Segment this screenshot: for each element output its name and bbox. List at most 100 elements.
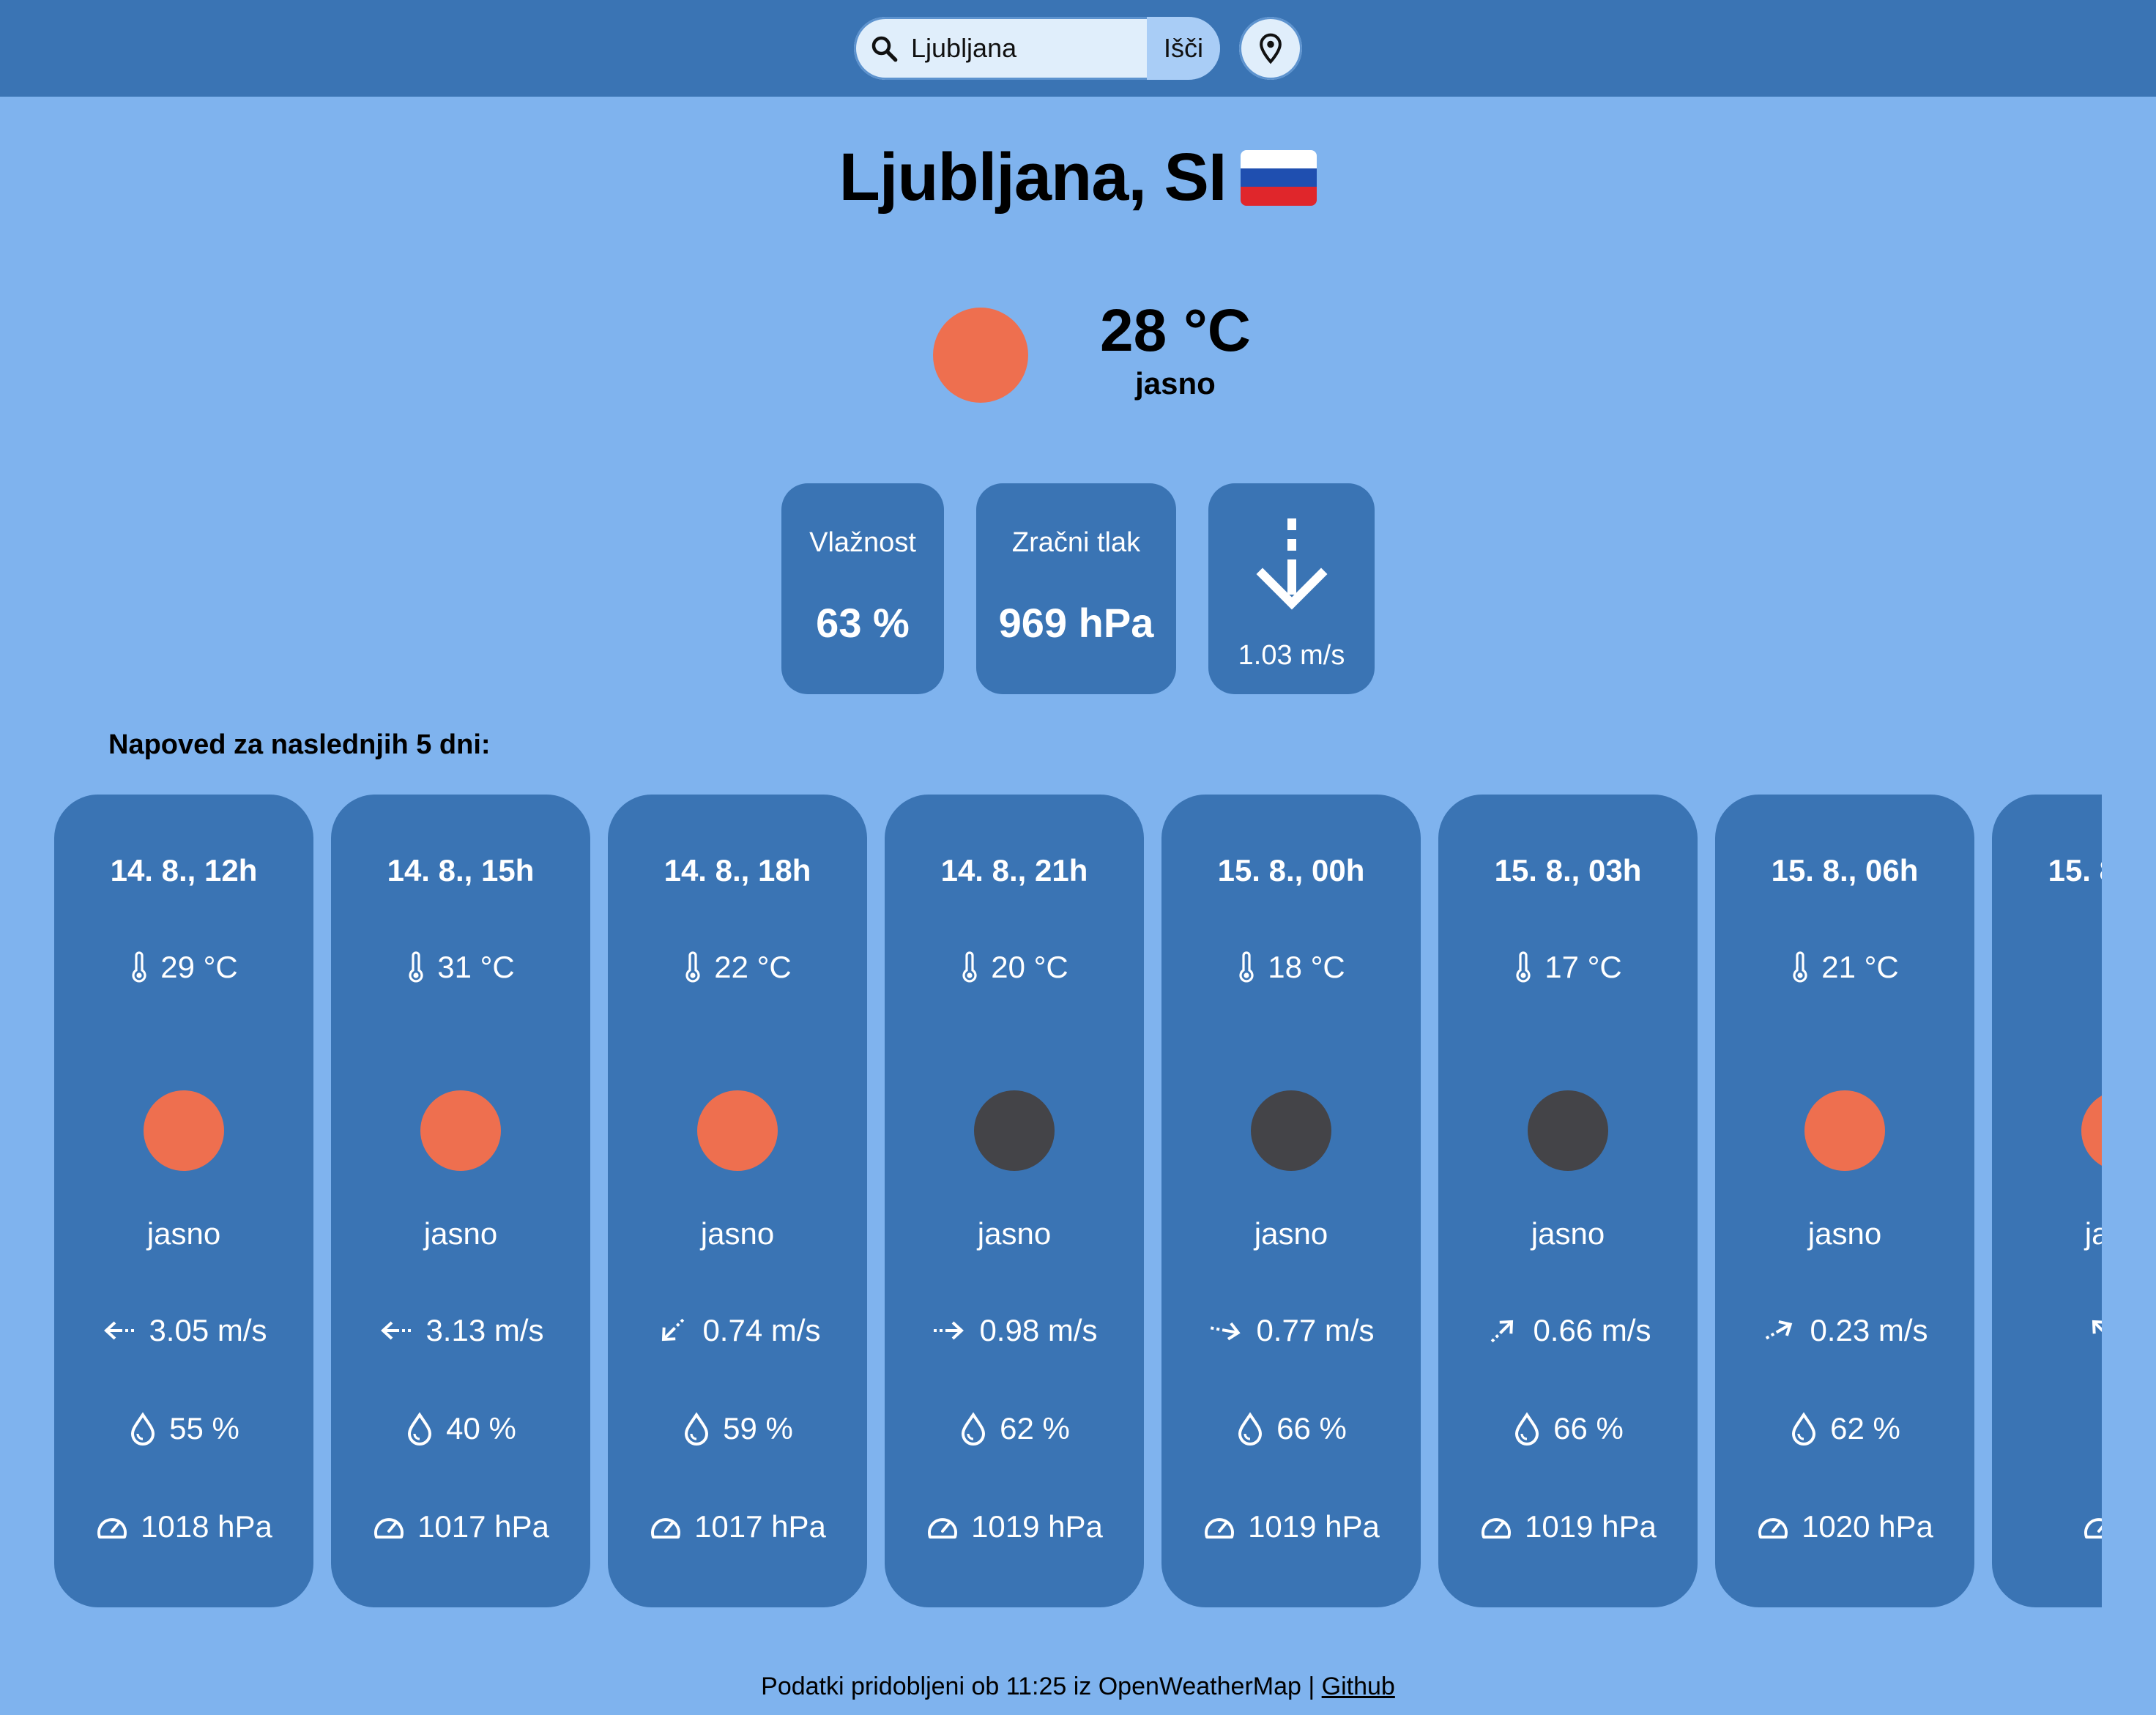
slovenia-flag-icon	[1241, 149, 1317, 206]
gauge-icon	[1205, 1518, 1235, 1539]
water-drop-icon	[131, 1412, 155, 1446]
wind-value: 1.03 m/s	[1238, 640, 1345, 671]
forecast-humidity: 66 %	[1438, 1411, 1698, 1446]
sun-icon	[2081, 1090, 2102, 1171]
search-input[interactable]	[904, 17, 1131, 80]
forecast-pressure: 1019 hPa	[885, 1509, 1144, 1544]
thermometer-icon	[409, 951, 423, 983]
forecast-desc: jasno	[423, 1216, 498, 1251]
forecast-pressure-value: 1019 hPa	[1525, 1509, 1657, 1544]
forecast-desc: jasno	[977, 1216, 1052, 1251]
forecast-time: 14. 8., 21h	[940, 853, 1088, 888]
gauge-icon	[1482, 1518, 1512, 1539]
forecast-temp-value: 17 °C	[1544, 950, 1622, 984]
moon-icon	[1528, 1090, 1608, 1171]
wind-direction-arrow-icon	[1211, 1322, 1241, 1341]
water-drop-icon	[685, 1412, 709, 1446]
forecast-card: 14. 8., 18h 22 °C jasno 0.74 m/s 59 % 10…	[608, 795, 867, 1607]
water-drop-icon	[1515, 1412, 1539, 1446]
thermometer-icon	[1793, 951, 1807, 983]
forecast-temp-value: 20 °C	[991, 950, 1068, 984]
forecast-card: 14. 8., 21h 20 °C jasno 0.98 m/s 62 % 10…	[885, 795, 1144, 1607]
forecast-wind-value: 0.66 m/s	[1533, 1313, 1651, 1347]
forecast-pressure-value: 1019 hPa	[971, 1509, 1103, 1544]
forecast-temp: 20 °C	[885, 950, 1144, 985]
city-name: Ljubljana, SI	[839, 140, 1227, 215]
forecast-card: 15. 8., 00h 18 °C jasno 0.77 m/s 66 % 10…	[1161, 795, 1421, 1607]
forecast-strip[interactable]: 14. 8., 12h 29 °C jasno 3.05 m/s 55 % 10…	[54, 795, 2102, 1607]
forecast-wind-value: 0.23 m/s	[1810, 1313, 1928, 1347]
thermometer-icon	[962, 951, 977, 983]
forecast-humidity: 55 %	[54, 1411, 313, 1446]
footer-text: Podatki pridobljeni ob 11:25 iz OpenWeat…	[761, 1673, 1315, 1700]
forecast-humidity: 62 %	[885, 1411, 1144, 1446]
wind-arrow-down-icon	[1256, 518, 1328, 610]
gauge-icon	[2083, 1518, 2102, 1539]
location-pin-icon	[1260, 33, 1282, 64]
forecast-humidity: 40 %	[331, 1411, 590, 1446]
forecast-card: 15. 8., 06h 21 °C jasno 0.23 m/s 62 % 10…	[1715, 795, 1974, 1607]
my-location-button[interactable]	[1239, 17, 1302, 80]
humidity-card: Vlažnost 63 %	[781, 483, 944, 694]
forecast-pressure-value: 1017 hPa	[694, 1509, 826, 1544]
github-link[interactable]: Github	[1322, 1673, 1395, 1700]
forecast-humidity: 62 %	[1715, 1411, 1974, 1446]
forecast-wind: 3.05 m/s	[54, 1313, 313, 1348]
moon-icon	[974, 1090, 1055, 1171]
sun-icon	[144, 1090, 224, 1171]
forecast-wind: 0.77 m/s	[1161, 1313, 1421, 1348]
wind-card: 1.03 m/s	[1208, 483, 1375, 694]
forecast-time: 15. 8., 06h	[1771, 853, 1919, 888]
wind-direction-arrow-icon	[381, 1321, 412, 1340]
forecast-humidity: 59 %	[608, 1411, 867, 1446]
forecast-pressure: 1018 hPa	[54, 1509, 313, 1544]
thermometer-icon	[1516, 951, 1531, 983]
forecast-wind: 1.	[1992, 1313, 2102, 1348]
forecast-humidity-value: 62 %	[1830, 1411, 1900, 1446]
location-title: Ljubljana, SI	[0, 139, 2156, 216]
water-drop-icon	[2101, 1411, 2102, 1445]
forecast-time: 15. 8., 09h	[2048, 853, 2102, 888]
gauge-icon	[374, 1518, 404, 1539]
forecast-temp-value: 18 °C	[1268, 950, 1345, 984]
footer: Podatki pridobljeni ob 11:25 iz OpenWeat…	[0, 1673, 2156, 1701]
search-icon	[871, 36, 898, 62]
moon-icon	[1251, 1090, 1331, 1171]
forecast-humidity-value: 66 %	[1276, 1411, 1347, 1446]
search-button[interactable]: Išči	[1147, 17, 1220, 80]
gauge-icon	[928, 1518, 958, 1539]
forecast-humidity	[1992, 1411, 2102, 1445]
sun-icon	[1804, 1090, 1885, 1171]
forecast-desc: jasno	[2084, 1216, 2102, 1251]
forecast-card: 15. 8., 09h jasno 1.	[1992, 795, 2102, 1607]
forecast-temp-value: 31 °C	[437, 950, 515, 984]
wind-direction-arrow-icon	[1491, 1320, 1514, 1343]
forecast-wind-value: 3.13 m/s	[425, 1313, 544, 1347]
wind-direction-arrow-icon	[934, 1321, 964, 1340]
forecast-pressure: 1019 hPa	[1438, 1509, 1698, 1544]
forecast-time: 14. 8., 18h	[663, 853, 811, 888]
current-description: jasno	[1135, 366, 1216, 401]
wind-direction-arrow-icon	[1766, 1320, 1793, 1340]
forecast-pressure: 10	[1992, 1509, 2102, 1544]
forecast-temp: 17 °C	[1438, 950, 1698, 985]
forecast-temp-value: 21 °C	[1821, 950, 1899, 984]
forecast-wind: 0.23 m/s	[1715, 1313, 1974, 1348]
forecast-pressure: 1019 hPa	[1161, 1509, 1421, 1544]
forecast-card: 14. 8., 15h 31 °C jasno 3.13 m/s 40 % 10…	[331, 795, 590, 1607]
thermometer-icon	[685, 951, 700, 983]
forecast-humidity-value: 59 %	[723, 1411, 793, 1446]
forecast-humidity: 66 %	[1161, 1411, 1421, 1446]
forecast-wind: 3.13 m/s	[331, 1313, 590, 1348]
forecast-wind-value: 3.05 m/s	[149, 1313, 267, 1347]
forecast-wind: 0.98 m/s	[885, 1313, 1144, 1348]
wind-direction-arrow-icon	[662, 1318, 685, 1342]
wind-direction-arrow-icon	[2092, 1320, 2102, 1334]
forecast-pressure-value: 1017 hPa	[417, 1509, 549, 1544]
forecast-humidity-value: 55 %	[169, 1411, 239, 1446]
forecast-pressure-value: 1019 hPa	[1248, 1509, 1380, 1544]
forecast-desc: jasno	[700, 1216, 775, 1251]
thermometer-icon	[132, 951, 146, 983]
water-drop-icon	[1238, 1412, 1263, 1446]
forecast-time: 15. 8., 00h	[1217, 853, 1365, 888]
